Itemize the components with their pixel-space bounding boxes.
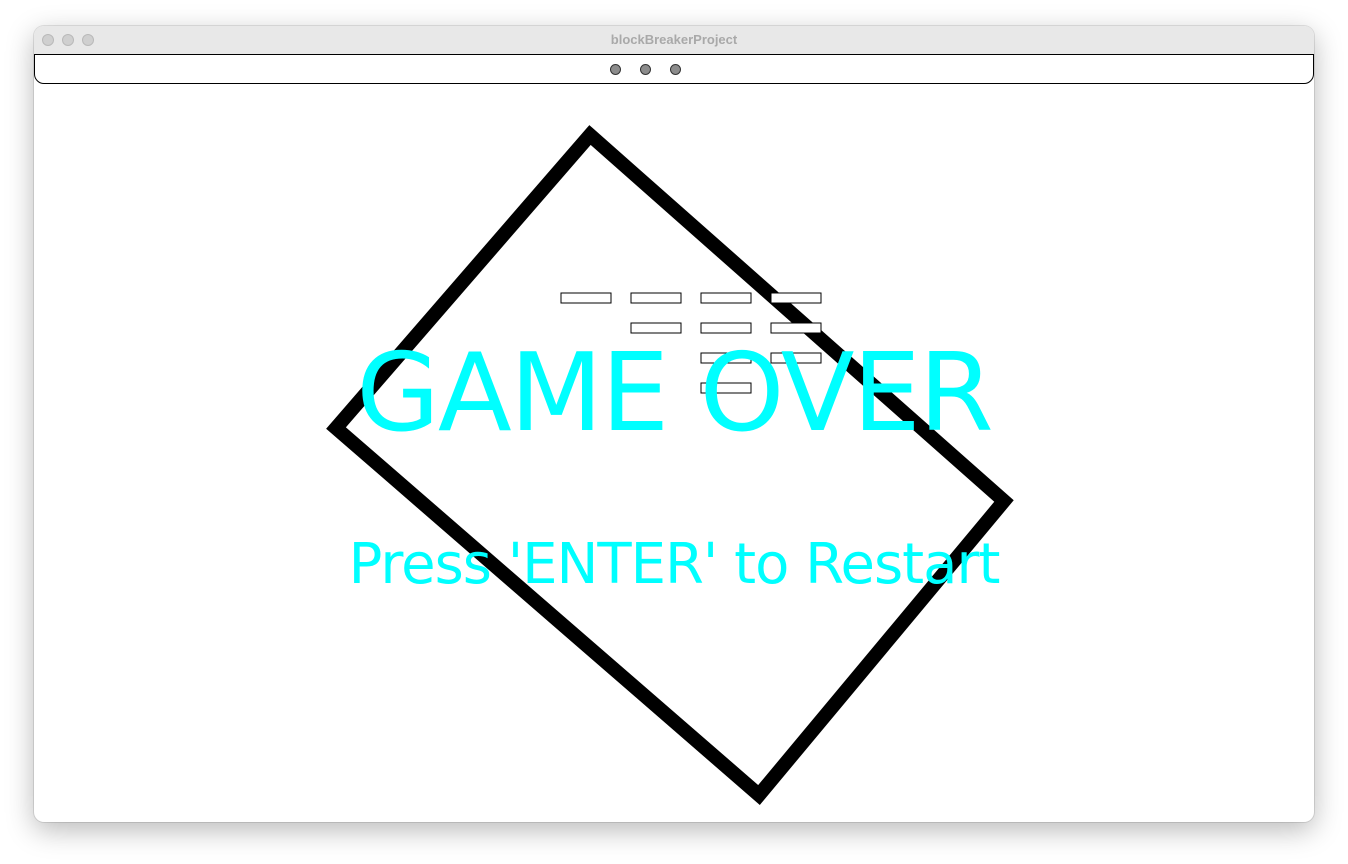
game-canvas[interactable]: GAME OVER Press 'ENTER' to Restart bbox=[34, 84, 1314, 822]
game-over-text: GAME OVER bbox=[356, 331, 994, 456]
brick bbox=[630, 292, 682, 304]
app-window: blockBreakerProject GAME OVER Press 'ENT… bbox=[34, 26, 1314, 822]
restart-prompt: Press 'ENTER' to Restart bbox=[348, 532, 1001, 597]
brick bbox=[700, 292, 752, 304]
toolbar-dot-1 bbox=[610, 64, 621, 75]
toolbar-dot-3 bbox=[670, 64, 681, 75]
window-title: blockBreakerProject bbox=[610, 32, 738, 47]
toolbar-dot-2 bbox=[640, 64, 651, 75]
title-bar[interactable]: blockBreakerProject bbox=[34, 26, 1314, 55]
rotated-frame bbox=[326, 125, 1014, 805]
toolbar bbox=[34, 54, 1314, 84]
brick bbox=[770, 292, 822, 304]
brick bbox=[560, 292, 612, 304]
